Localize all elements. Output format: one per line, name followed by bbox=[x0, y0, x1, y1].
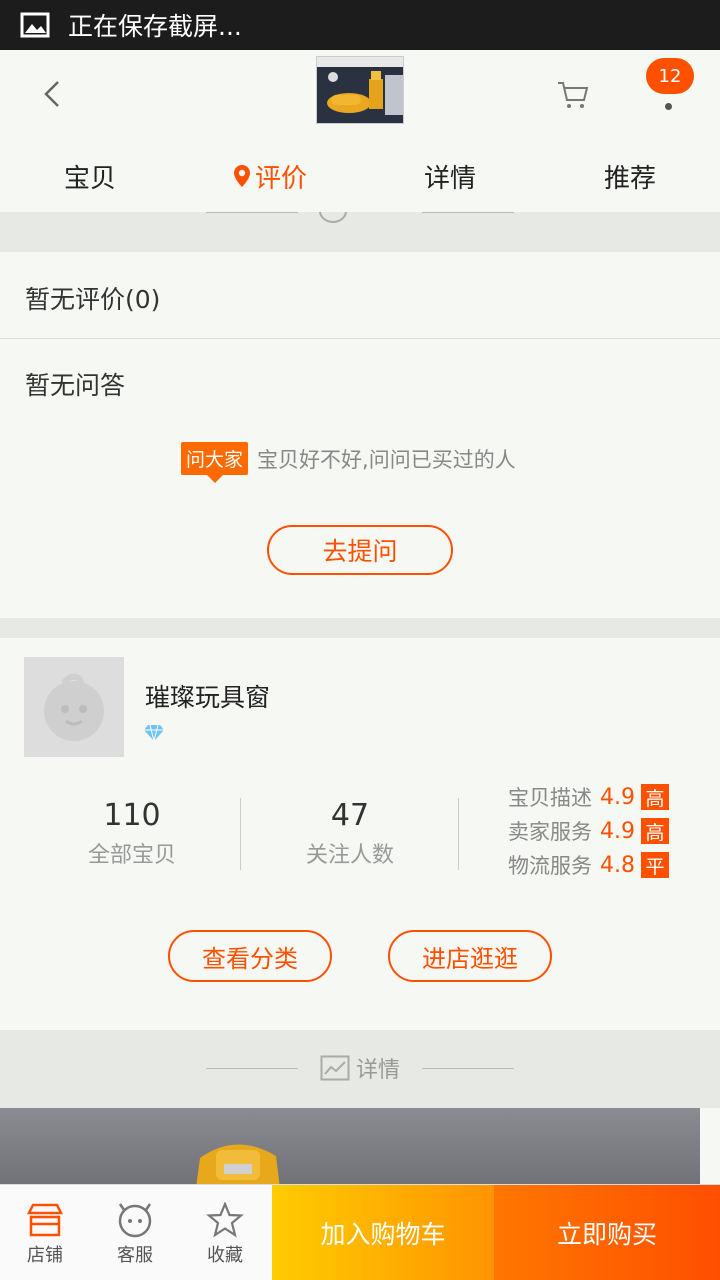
reviews-section: 暂无评价(0) 暂无问答 问大家 宝贝好不好,问问已买过的人 去提问 bbox=[0, 252, 720, 618]
image-icon bbox=[20, 12, 50, 38]
tab-details[interactable]: 详情 bbox=[360, 140, 540, 212]
detail-image-edge bbox=[700, 1108, 720, 1188]
chevron-left-icon bbox=[44, 81, 59, 107]
diamond-icon bbox=[143, 724, 165, 746]
comment-icon bbox=[319, 212, 347, 223]
tab-bar: 宝贝 评价 详情 推荐 bbox=[0, 140, 720, 212]
ask-everyone-row: 问大家 宝贝好不好,问问已买过的人 bbox=[181, 442, 516, 483]
total-items-label: 全部宝贝 bbox=[87, 843, 176, 868]
reviews-divider-icon bbox=[318, 212, 348, 228]
location-pin-icon bbox=[233, 165, 250, 187]
message-badge: 12 bbox=[646, 58, 694, 94]
ask-everyone-tag: 问大家 bbox=[181, 442, 249, 483]
cart-button[interactable] bbox=[550, 72, 596, 118]
total-items-count: 110 bbox=[103, 798, 161, 833]
shop-name[interactable]: 璀璨玩具窗 bbox=[145, 678, 270, 714]
visit-shop-button[interactable]: 进店逛逛 bbox=[388, 930, 552, 982]
tab-product[interactable]: 宝贝 bbox=[0, 140, 180, 212]
picture-icon bbox=[320, 1055, 350, 1081]
status-text: 正在保存截屏... bbox=[68, 12, 242, 41]
default-avatar-icon bbox=[44, 673, 104, 741]
ask-hint: 宝贝好不好,问问已买过的人 bbox=[257, 447, 516, 472]
product-image bbox=[317, 57, 403, 123]
followers-stat[interactable]: 47 关注人数 bbox=[250, 798, 450, 869]
buy-now-button[interactable]: 立即购买 bbox=[494, 1185, 720, 1280]
tab-recommend[interactable]: 推荐 bbox=[540, 140, 720, 212]
bottom-action-bar: 店铺 客服 收藏 加入购物车 立即购买 bbox=[0, 1184, 720, 1280]
status-bar: 正在保存截屏... bbox=[0, 0, 720, 50]
section-gap bbox=[0, 618, 720, 638]
followers-label: 关注人数 bbox=[305, 843, 394, 868]
tab-reviews[interactable]: 评价 bbox=[180, 140, 360, 212]
details-label: 详情 bbox=[320, 1052, 400, 1084]
add-to-cart-button[interactable]: 加入购物车 bbox=[272, 1185, 494, 1280]
more-icon bbox=[664, 103, 672, 110]
divider-line bbox=[206, 212, 298, 213]
rating-description: 宝贝描述 4.9 高 bbox=[508, 782, 669, 812]
details-divider: 详情 bbox=[0, 1030, 720, 1108]
section-divider bbox=[0, 212, 720, 252]
shop-nav-button[interactable]: 店铺 bbox=[0, 1185, 90, 1280]
divider-line bbox=[422, 1068, 514, 1069]
followers-count: 47 bbox=[330, 798, 370, 833]
shop-section: 璀璨玩具窗 110 全部宝贝 47 关注人数 宝贝描述 4.9 高 卖家服务 4… bbox=[0, 638, 720, 1030]
favorite-button[interactable]: 收藏 bbox=[180, 1185, 270, 1280]
divider bbox=[0, 338, 720, 339]
back-button[interactable] bbox=[30, 72, 74, 116]
view-categories-button[interactable]: 查看分类 bbox=[168, 930, 332, 982]
product-detail-image bbox=[196, 1144, 280, 1188]
rating-service: 卖家服务 4.9 高 bbox=[508, 816, 669, 846]
divider-line bbox=[206, 1068, 298, 1069]
stat-separator bbox=[458, 798, 459, 870]
no-reviews-label[interactable]: 暂无评价(0) bbox=[0, 280, 720, 316]
top-header: 12 bbox=[0, 50, 720, 140]
product-thumbnail[interactable] bbox=[316, 56, 404, 124]
divider-line bbox=[422, 212, 514, 213]
no-qa-label: 暂无问答 bbox=[25, 371, 126, 400]
customer-service-button[interactable]: 客服 bbox=[90, 1185, 180, 1280]
star-icon bbox=[206, 1201, 244, 1237]
rating-logistics: 物流服务 4.8 平 bbox=[508, 850, 669, 880]
cart-icon bbox=[558, 82, 589, 108]
shop-avatar[interactable] bbox=[24, 657, 124, 757]
stat-separator bbox=[240, 798, 241, 870]
detail-image bbox=[0, 1108, 700, 1188]
ask-question-button[interactable]: 去提问 bbox=[267, 525, 453, 575]
store-icon bbox=[26, 1203, 64, 1236]
service-icon bbox=[118, 1202, 152, 1237]
total-items-stat[interactable]: 110 全部宝贝 bbox=[32, 798, 232, 869]
